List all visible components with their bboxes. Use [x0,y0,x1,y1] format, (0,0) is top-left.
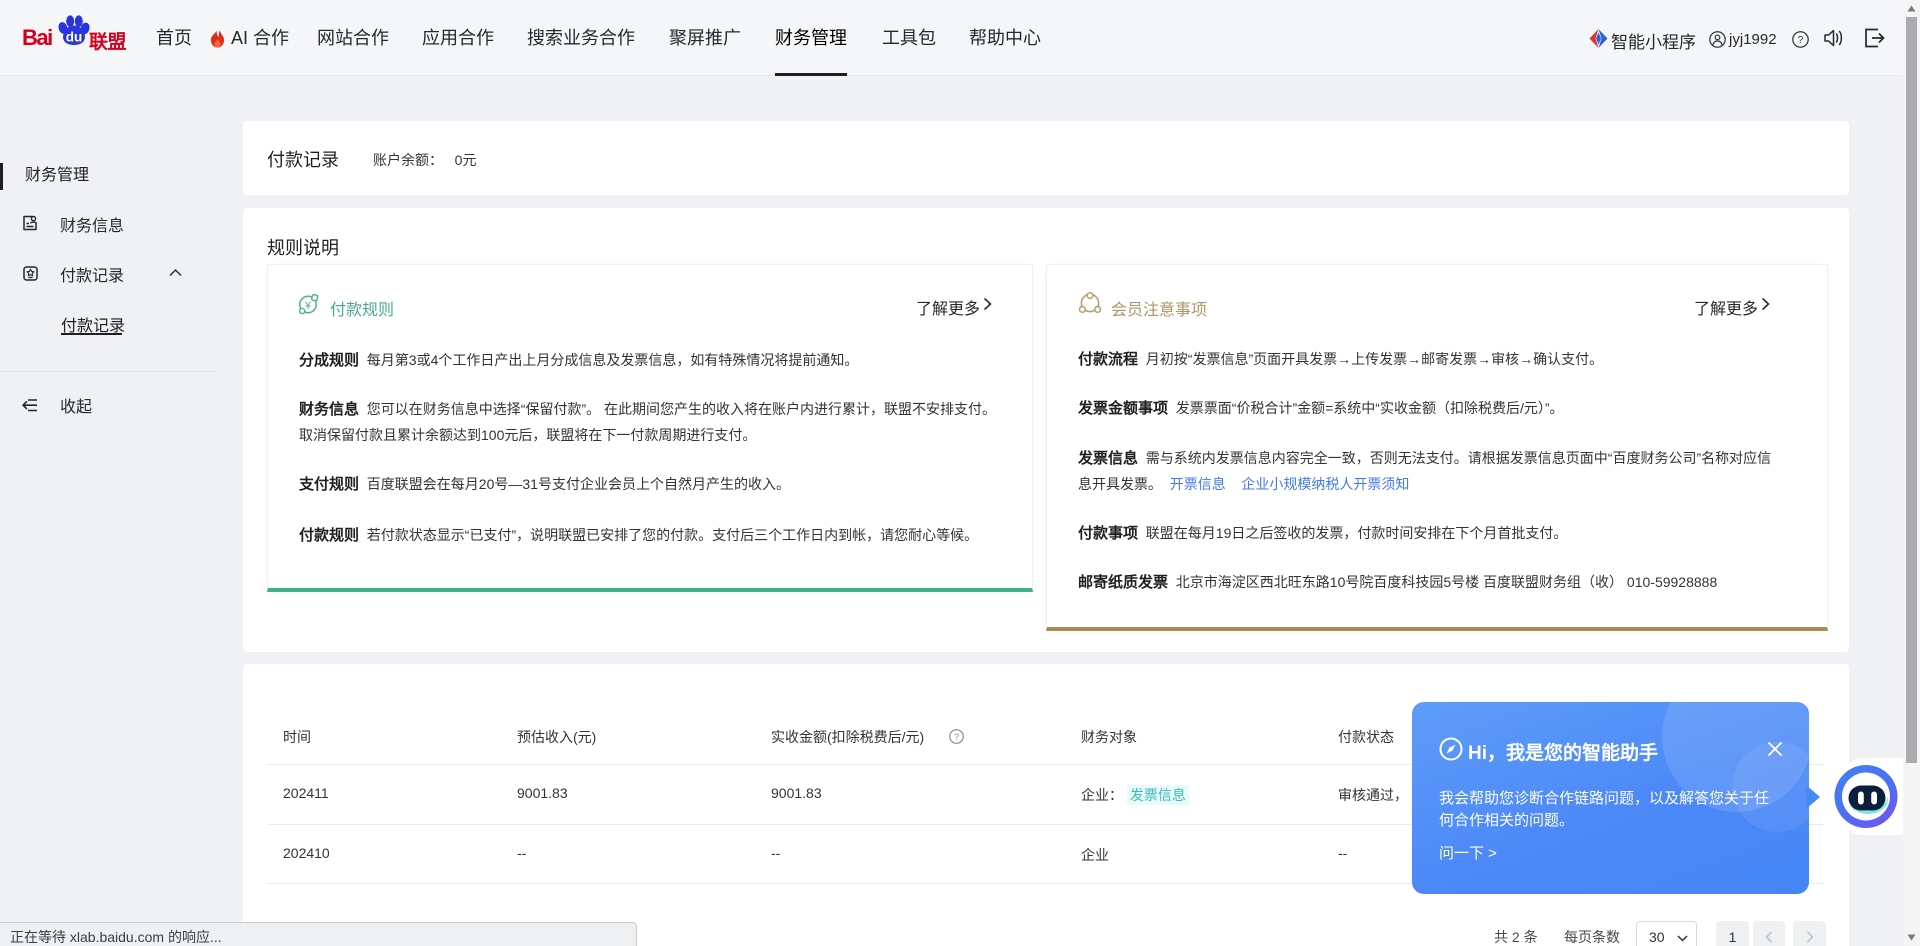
svg-text:du: du [66,30,83,45]
svg-text:?: ? [954,732,959,742]
svg-text:¥: ¥ [304,300,312,312]
svg-text:?: ? [1798,35,1804,46]
